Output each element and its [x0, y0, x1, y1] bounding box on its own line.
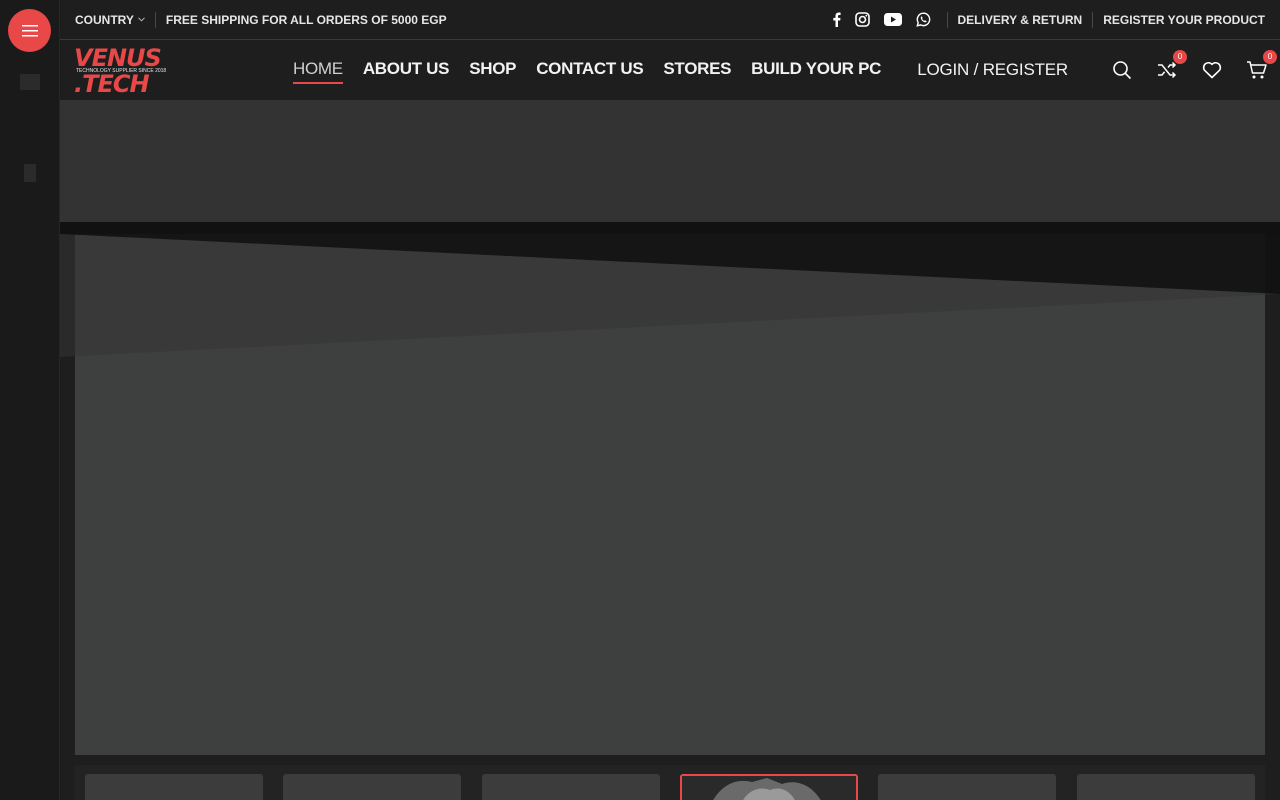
compare-count-badge: 0: [1173, 50, 1187, 64]
shipping-notice: FREE SHIPPING FOR ALL ORDERS OF 5000 EGP: [165, 12, 447, 27]
logo-line-2: .TECH: [74, 70, 150, 98]
compare-button[interactable]: 0: [1156, 50, 1187, 81]
main-header: VENUS TECHNOLOGY SUPPLIER SINCE 2018 .TE…: [60, 40, 1280, 100]
top-bar-left: COUNTRY FREE SHIPPING FOR ALL ORDERS OF …: [75, 0, 447, 39]
main-nav: HOME ABOUT US SHOP CONTACT US STORES BUI…: [293, 40, 881, 100]
slider-thumbnail[interactable]: [85, 774, 263, 800]
nav-shop[interactable]: SHOP: [469, 58, 516, 82]
slider-thumbnail[interactable]: [1077, 774, 1255, 800]
top-bar: COUNTRY FREE SHIPPING FOR ALL ORDERS OF …: [60, 0, 1280, 40]
social-links: [832, 11, 948, 28]
page: COUNTRY FREE SHIPPING FOR ALL ORDERS OF …: [0, 0, 1280, 800]
chevron-down-icon: [138, 17, 145, 22]
search-icon: [1113, 61, 1132, 80]
cart-button[interactable]: 0: [1246, 50, 1277, 81]
whatsapp-icon[interactable]: [915, 12, 931, 27]
cart-count-badge: 0: [1263, 50, 1277, 64]
slider-thumbnail-active[interactable]: [680, 774, 858, 800]
nav-contact-us[interactable]: CONTACT US: [536, 58, 643, 82]
nav-about-us[interactable]: ABOUT US: [363, 58, 450, 82]
header-actions: LOGIN / REGISTER 0 0: [917, 40, 1277, 100]
hamburger-icon: [21, 24, 38, 36]
register-product-link[interactable]: REGISTER YOUR PRODUCT: [1092, 11, 1265, 28]
delivery-return-link[interactable]: DELIVERY & RETURN: [948, 12, 1093, 28]
slider-thumbnail[interactable]: [283, 774, 461, 800]
left-sticky-sidebar: [0, 0, 60, 800]
nav-build-your-pc[interactable]: BUILD YOUR PC: [751, 58, 881, 82]
instagram-icon[interactable]: [854, 12, 870, 27]
search-button[interactable]: [1111, 59, 1133, 81]
country-selector[interactable]: COUNTRY: [75, 11, 156, 28]
slider-thumbnail[interactable]: [878, 774, 1056, 800]
top-bar-right: DELIVERY & RETURN REGISTER YOUR PRODUCT: [832, 0, 1265, 39]
nav-stores[interactable]: STORES: [663, 58, 731, 82]
cart-icon: [1247, 61, 1267, 79]
banner-placeholder: [60, 100, 1280, 222]
youtube-icon[interactable]: [883, 13, 902, 26]
heart-icon: [1202, 62, 1222, 79]
country-label: COUNTRY: [75, 12, 134, 27]
wishlist-button[interactable]: [1201, 59, 1223, 81]
hero-slider[interactable]: [75, 234, 1265, 755]
site-logo[interactable]: VENUS TECHNOLOGY SUPPLIER SINCE 2018 .TE…: [74, 44, 166, 98]
thumbnail-image: [682, 776, 856, 800]
sidebar-placeholder-icon[interactable]: [24, 164, 36, 182]
shuffle-icon: [1158, 61, 1177, 79]
facebook-icon[interactable]: [832, 12, 841, 27]
slider-thumbnails: [75, 765, 1265, 800]
slider-thumbnail[interactable]: [482, 774, 660, 800]
sidebar-placeholder-icon[interactable]: [20, 74, 40, 90]
section-divider: [60, 222, 1280, 234]
nav-home[interactable]: HOME: [293, 58, 343, 84]
login-register-link[interactable]: LOGIN / REGISTER: [917, 60, 1068, 80]
menu-button[interactable]: [8, 9, 51, 52]
